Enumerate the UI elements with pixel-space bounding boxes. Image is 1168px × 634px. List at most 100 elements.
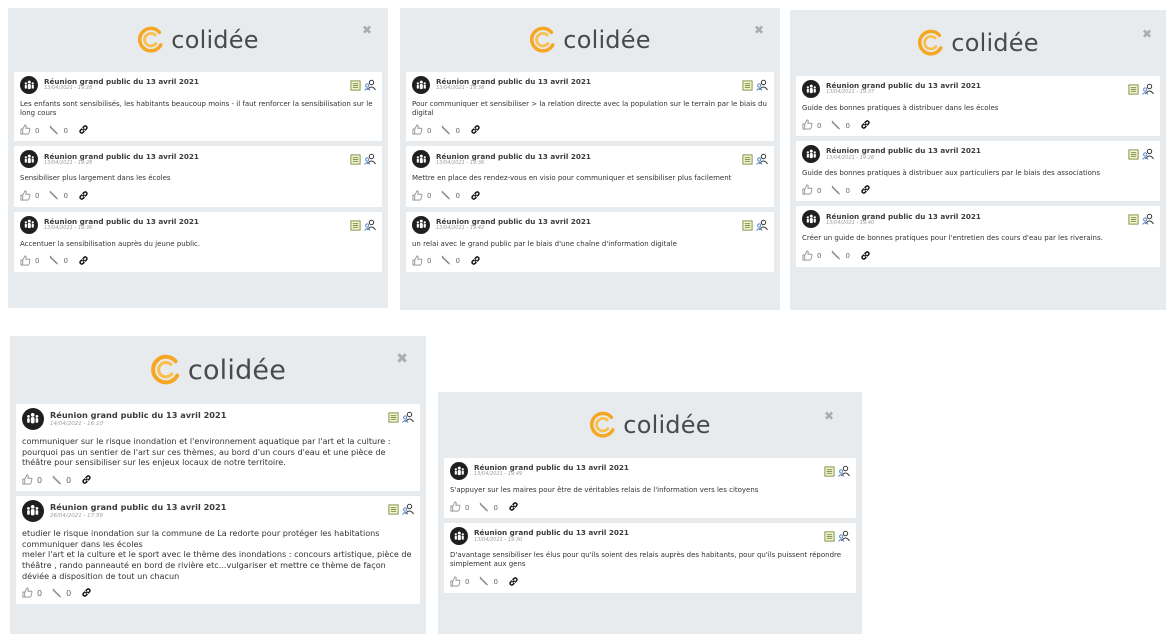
users-icon[interactable]: [402, 500, 414, 519]
comment-button[interactable]: 0: [49, 125, 68, 137]
users-icon[interactable]: [838, 462, 850, 481]
notes-icon[interactable]: [388, 408, 399, 427]
link-button[interactable]: [78, 190, 89, 203]
like-button[interactable]: 0: [412, 124, 431, 137]
link-button[interactable]: [470, 190, 481, 203]
idea-card[interactable]: Réunion grand public du 13 avril 2021 13…: [406, 72, 774, 142]
close-icon[interactable]: ✖: [362, 24, 372, 36]
users-icon[interactable]: [1142, 210, 1154, 229]
like-button[interactable]: 0: [20, 124, 39, 137]
idea-list: Réunion grand public du 13 avril 2021 13…: [796, 76, 1160, 267]
idea-card[interactable]: Réunion grand public du 13 avril 2021 13…: [14, 211, 382, 272]
notes-icon[interactable]: [350, 150, 361, 169]
notes-icon[interactable]: [350, 76, 361, 95]
comment-button[interactable]: 0: [441, 255, 460, 267]
comment-button[interactable]: 0: [441, 190, 460, 202]
idea-text: Les enfants sont sensibilisés, les habit…: [20, 100, 373, 118]
like-button[interactable]: 0: [450, 501, 469, 514]
users-icon[interactable]: [756, 76, 768, 95]
idea-card[interactable]: Réunion grand public du 13 avril 2021 13…: [14, 72, 382, 142]
idea-card[interactable]: Réunion grand public du 13 avril 2021 13…: [406, 211, 774, 272]
comment-button[interactable]: 0: [49, 255, 68, 267]
users-icon[interactable]: [364, 150, 376, 169]
notes-icon[interactable]: [742, 76, 753, 95]
link-button[interactable]: [860, 119, 871, 132]
comment-button[interactable]: 0: [479, 502, 498, 514]
idea-text: Guide des bonnes pratiques à distribuer …: [802, 104, 999, 112]
idea-card[interactable]: Réunion grand public du 13 avril 2021 13…: [406, 146, 774, 207]
like-button[interactable]: 0: [22, 474, 42, 487]
link-button[interactable]: [81, 474, 92, 487]
like-button[interactable]: 0: [22, 587, 42, 600]
notes-icon[interactable]: [824, 462, 835, 481]
idea-list: Réunion grand public du 13 avril 2021 13…: [14, 72, 382, 272]
notes-icon[interactable]: [824, 527, 835, 546]
pencil-icon: [479, 502, 489, 514]
users-icon[interactable]: [756, 150, 768, 169]
comment-button[interactable]: 0: [49, 190, 68, 202]
close-icon[interactable]: ✖: [1142, 28, 1152, 40]
close-icon[interactable]: ✖: [396, 352, 408, 366]
link-button[interactable]: [470, 255, 481, 268]
idea-card[interactable]: Réunion grand public du 13 avril 2021 13…: [444, 523, 856, 593]
brand-logo: colidée: [917, 29, 1038, 57]
link-button[interactable]: [470, 124, 481, 137]
users-icon[interactable]: [1142, 80, 1154, 99]
notes-icon[interactable]: [742, 150, 753, 169]
link-icon: [860, 119, 871, 132]
comment-button[interactable]: 0: [52, 588, 71, 600]
link-button[interactable]: [508, 576, 519, 589]
link-button[interactable]: [78, 124, 89, 137]
users-icon[interactable]: [1142, 145, 1154, 164]
idea-card[interactable]: Réunion grand public du 13 avril 2021 13…: [14, 146, 382, 207]
comment-button[interactable]: 0: [831, 185, 850, 197]
like-button[interactable]: 0: [20, 190, 39, 203]
idea-card[interactable]: Réunion grand public du 13 avril 2021 14…: [16, 404, 420, 492]
notes-icon[interactable]: [742, 216, 753, 235]
notes-icon[interactable]: [350, 216, 361, 235]
idea-card[interactable]: Réunion grand public du 13 avril 2021 13…: [796, 206, 1160, 267]
idea-card[interactable]: Réunion grand public du 13 avril 2021 13…: [796, 76, 1160, 137]
close-icon[interactable]: ✖: [824, 410, 834, 422]
comment-button[interactable]: 0: [479, 576, 498, 588]
comment-button[interactable]: 0: [441, 125, 460, 137]
notes-icon[interactable]: [1128, 145, 1139, 164]
comment-button[interactable]: 0: [52, 475, 71, 487]
like-button[interactable]: 0: [412, 190, 431, 203]
like-button[interactable]: 0: [450, 576, 469, 589]
idea-text: Pour communiquer et sensibiliser > la re…: [412, 100, 767, 118]
idea-card[interactable]: Réunion grand public du 13 avril 2021 13…: [796, 141, 1160, 202]
users-icon[interactable]: [756, 216, 768, 235]
link-button[interactable]: [78, 255, 89, 268]
thumbs-up-icon: [802, 119, 813, 132]
comment-count: 0: [66, 476, 72, 486]
like-button[interactable]: 0: [412, 255, 431, 268]
like-button[interactable]: 0: [802, 184, 821, 197]
users-icon[interactable]: [402, 408, 414, 427]
users-icon[interactable]: [838, 527, 850, 546]
idea-card[interactable]: Réunion grand public du 13 avril 2021 13…: [444, 458, 856, 519]
link-button[interactable]: [860, 250, 871, 263]
notes-icon[interactable]: [1128, 80, 1139, 99]
users-icon[interactable]: [364, 216, 376, 235]
comment-button[interactable]: 0: [831, 250, 850, 262]
close-icon[interactable]: ✖: [754, 24, 764, 36]
like-button[interactable]: 0: [20, 255, 39, 268]
link-button[interactable]: [860, 184, 871, 197]
pencil-icon: [441, 190, 451, 202]
link-button[interactable]: [81, 587, 92, 600]
card-tools: [742, 150, 768, 169]
idea-card[interactable]: Réunion grand public du 13 avril 2021 26…: [16, 496, 420, 605]
comment-button[interactable]: 0: [831, 120, 850, 132]
link-icon: [860, 250, 871, 263]
notes-icon[interactable]: [1128, 210, 1139, 229]
brand-logo: colidée: [529, 26, 650, 54]
link-button[interactable]: [508, 501, 519, 514]
like-button[interactable]: 0: [802, 250, 821, 263]
notes-icon[interactable]: [388, 500, 399, 519]
logo-mark-icon: [137, 26, 165, 54]
like-count: 0: [35, 257, 40, 266]
idea-text: D'avantage sensibiliser les élus pour qu…: [450, 551, 842, 569]
users-icon[interactable]: [364, 76, 376, 95]
like-button[interactable]: 0: [802, 119, 821, 132]
